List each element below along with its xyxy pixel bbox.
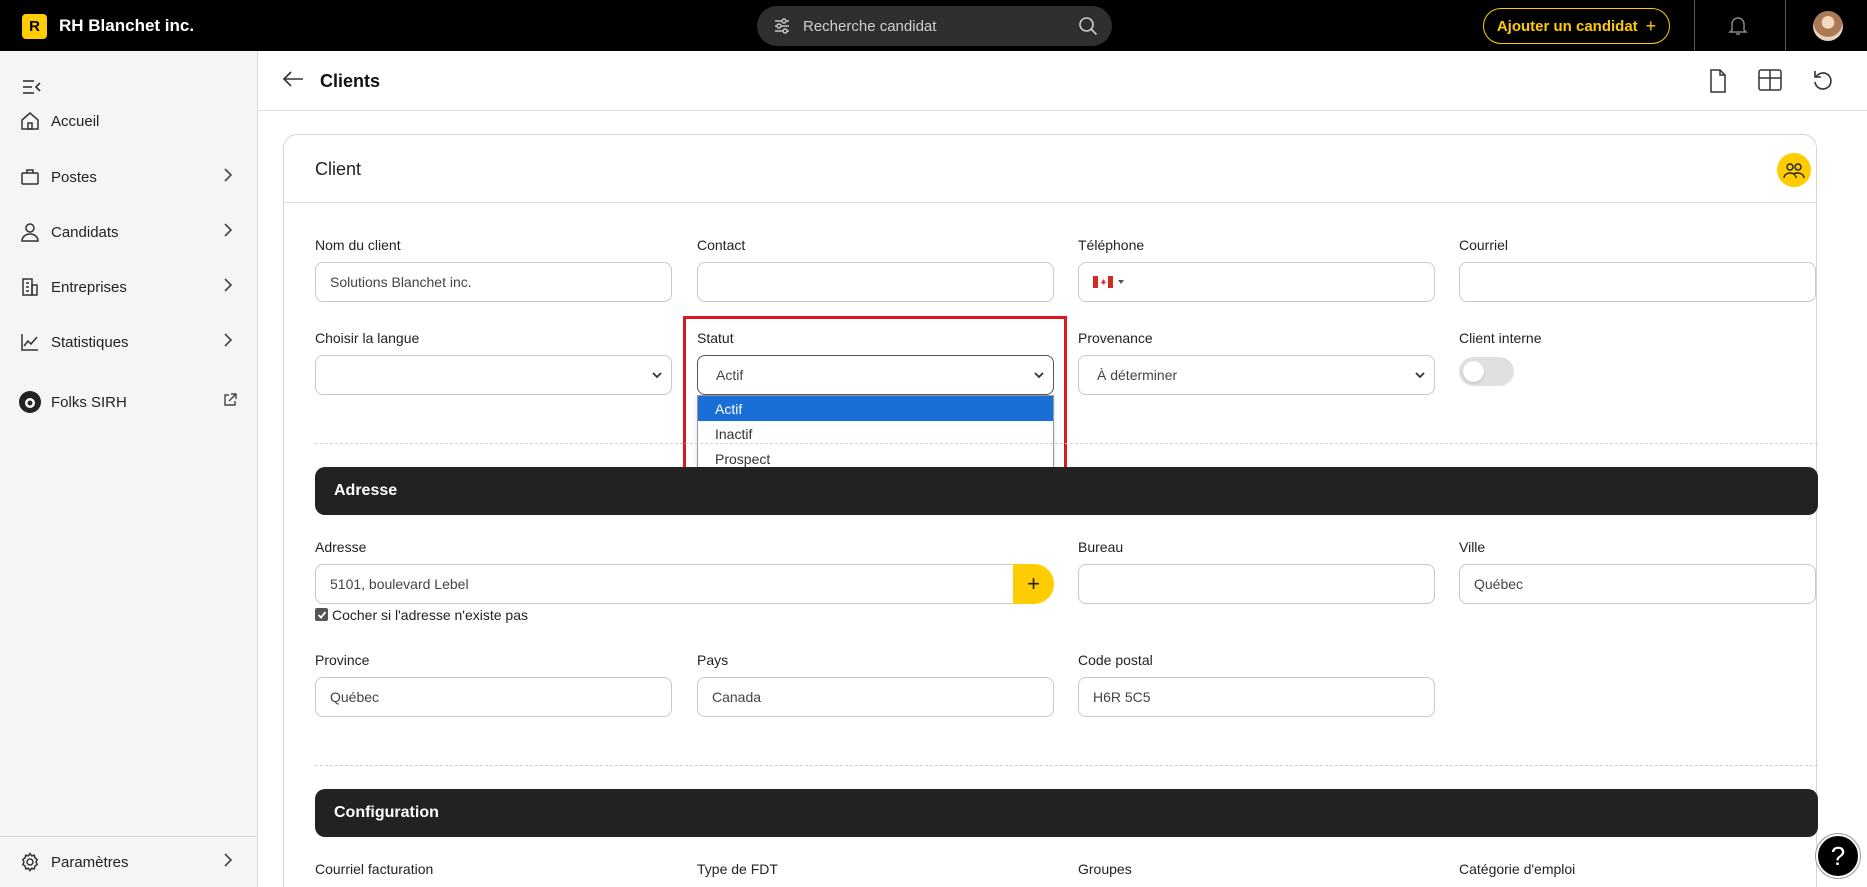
collapse-menu-icon[interactable] bbox=[22, 79, 42, 100]
sidebar: Accueil Postes Candidats Entreprises Sta… bbox=[0, 51, 258, 887]
add-candidate-label: Ajouter un candidat bbox=[1496, 17, 1638, 35]
contact-input[interactable] bbox=[697, 262, 1054, 302]
external-link-icon[interactable] bbox=[223, 392, 237, 412]
sidebar-footer: Paramètres bbox=[0, 836, 258, 887]
language-label: Choisir la langue bbox=[315, 330, 420, 346]
chart-icon bbox=[20, 332, 40, 352]
brand-name[interactable]: RH Blanchet inc. bbox=[59, 16, 194, 36]
back-arrow-icon[interactable] bbox=[282, 70, 304, 93]
chevron-right-icon bbox=[223, 332, 233, 352]
divider bbox=[315, 443, 1818, 444]
grid-icon[interactable] bbox=[1758, 69, 1782, 96]
divider bbox=[1785, 0, 1786, 51]
address-not-exist-label: Cocher si l'adresse n'existe pas bbox=[332, 607, 528, 623]
sidebar-item-postes[interactable]: Postes bbox=[0, 157, 258, 197]
search-bar[interactable] bbox=[757, 6, 1112, 46]
add-candidate-button[interactable]: Ajouter un candidat + bbox=[1483, 8, 1670, 44]
document-icon[interactable] bbox=[1708, 69, 1728, 98]
address-section-header: Adresse bbox=[315, 467, 1818, 515]
contact-label: Contact bbox=[697, 237, 746, 253]
fdt-type-label: Type de FDT bbox=[697, 861, 778, 877]
internal-client-toggle[interactable] bbox=[1459, 357, 1514, 386]
sidebar-item-label: Candidats bbox=[51, 223, 119, 241]
chevron-right-icon bbox=[223, 222, 233, 242]
plus-icon: + bbox=[1645, 15, 1657, 36]
job-category-label: Catégorie d'emploi bbox=[1459, 861, 1576, 877]
search-input[interactable] bbox=[803, 17, 1073, 35]
postal-code-label: Code postal bbox=[1078, 652, 1153, 668]
avatar[interactable] bbox=[1813, 11, 1843, 41]
client-name-label: Nom du client bbox=[315, 237, 401, 253]
client-name-input[interactable]: Solutions Blanchet inc. bbox=[315, 262, 672, 302]
source-value: À déterminer bbox=[1097, 367, 1178, 383]
billing-email-label: Courriel facturation bbox=[315, 861, 434, 877]
bell-icon[interactable] bbox=[1726, 13, 1750, 42]
briefcase-icon bbox=[20, 167, 40, 187]
sidebar-item-label: Folks SIRH bbox=[51, 393, 127, 411]
sidebar-item-entreprises[interactable]: Entreprises bbox=[0, 267, 258, 307]
divider bbox=[1694, 0, 1695, 51]
divider bbox=[315, 765, 1818, 766]
sidebar-item-accueil[interactable]: Accueil bbox=[0, 101, 258, 141]
page-title: Clients bbox=[320, 71, 381, 91]
chevron-down-icon bbox=[1414, 368, 1426, 385]
chevron-right-icon bbox=[223, 277, 233, 297]
top-bar: R RH Blanchet inc. Ajouter un candidat + bbox=[0, 0, 1867, 51]
city-input[interactable]: Québec bbox=[1459, 564, 1816, 604]
sidebar-item-label: Accueil bbox=[51, 112, 100, 130]
country-input[interactable]: Canada bbox=[697, 677, 1054, 717]
refresh-icon[interactable] bbox=[1812, 69, 1834, 96]
help-button[interactable]: ? bbox=[1816, 834, 1860, 878]
chevron-down-icon bbox=[651, 368, 663, 385]
chevron-right-icon bbox=[223, 167, 233, 187]
search-icon[interactable] bbox=[1078, 16, 1098, 41]
postal-code-input[interactable]: H6R 5C5 bbox=[1078, 677, 1435, 717]
phone-input[interactable] bbox=[1078, 262, 1435, 302]
sidebar-item-label: Paramètres bbox=[51, 853, 129, 871]
sidebar-item-folks[interactable]: Folks SIRH bbox=[0, 382, 258, 422]
language-select[interactable] bbox=[315, 355, 672, 395]
email-input[interactable] bbox=[1459, 262, 1816, 302]
users-group-icon[interactable] bbox=[1777, 153, 1811, 187]
sidebar-item-parametres[interactable]: Paramètres bbox=[0, 842, 258, 882]
groups-label: Groupes bbox=[1078, 861, 1132, 877]
source-label: Provenance bbox=[1078, 330, 1153, 346]
internal-client-label: Client interne bbox=[1459, 330, 1542, 346]
building-icon bbox=[20, 277, 40, 297]
configuration-section-header: Configuration bbox=[315, 789, 1818, 837]
home-icon bbox=[20, 111, 40, 131]
email-label: Courriel bbox=[1459, 237, 1509, 253]
gear-icon bbox=[20, 852, 40, 872]
app-logo[interactable]: R bbox=[22, 14, 47, 39]
address-input[interactable]: 5101, boulevard Lebel bbox=[315, 564, 1015, 604]
city-label: Ville bbox=[1459, 539, 1486, 555]
province-input[interactable]: Québec bbox=[315, 677, 672, 717]
sidebar-item-label: Postes bbox=[51, 168, 97, 186]
plus-icon: + bbox=[1027, 571, 1040, 596]
card-header: Client bbox=[284, 135, 1816, 203]
country-label: Pays bbox=[697, 652, 729, 668]
chevron-right-icon bbox=[223, 852, 233, 872]
sidebar-item-label: Statistiques bbox=[51, 333, 129, 351]
add-address-button[interactable]: + bbox=[1013, 564, 1054, 604]
source-select[interactable]: À déterminer bbox=[1078, 355, 1435, 395]
phone-label: Téléphone bbox=[1078, 237, 1145, 253]
sidebar-item-candidats[interactable]: Candidats bbox=[0, 212, 258, 252]
office-input[interactable] bbox=[1078, 564, 1435, 604]
address-not-exist-checkbox[interactable] bbox=[315, 608, 328, 621]
toggle-knob bbox=[1463, 361, 1484, 382]
user-icon bbox=[20, 222, 40, 242]
province-label: Province bbox=[315, 652, 370, 668]
filter-icon[interactable] bbox=[771, 15, 793, 37]
office-label: Bureau bbox=[1078, 539, 1124, 555]
canada-flag-icon[interactable] bbox=[1093, 276, 1125, 288]
folks-logo-icon bbox=[18, 390, 42, 414]
page-header: Clients bbox=[258, 51, 1867, 111]
sidebar-item-label: Entreprises bbox=[51, 278, 127, 296]
sidebar-item-statistiques[interactable]: Statistiques bbox=[0, 322, 258, 362]
highlight-box bbox=[683, 316, 1067, 487]
address-label: Adresse bbox=[315, 539, 367, 555]
card-title: Client bbox=[315, 159, 362, 179]
